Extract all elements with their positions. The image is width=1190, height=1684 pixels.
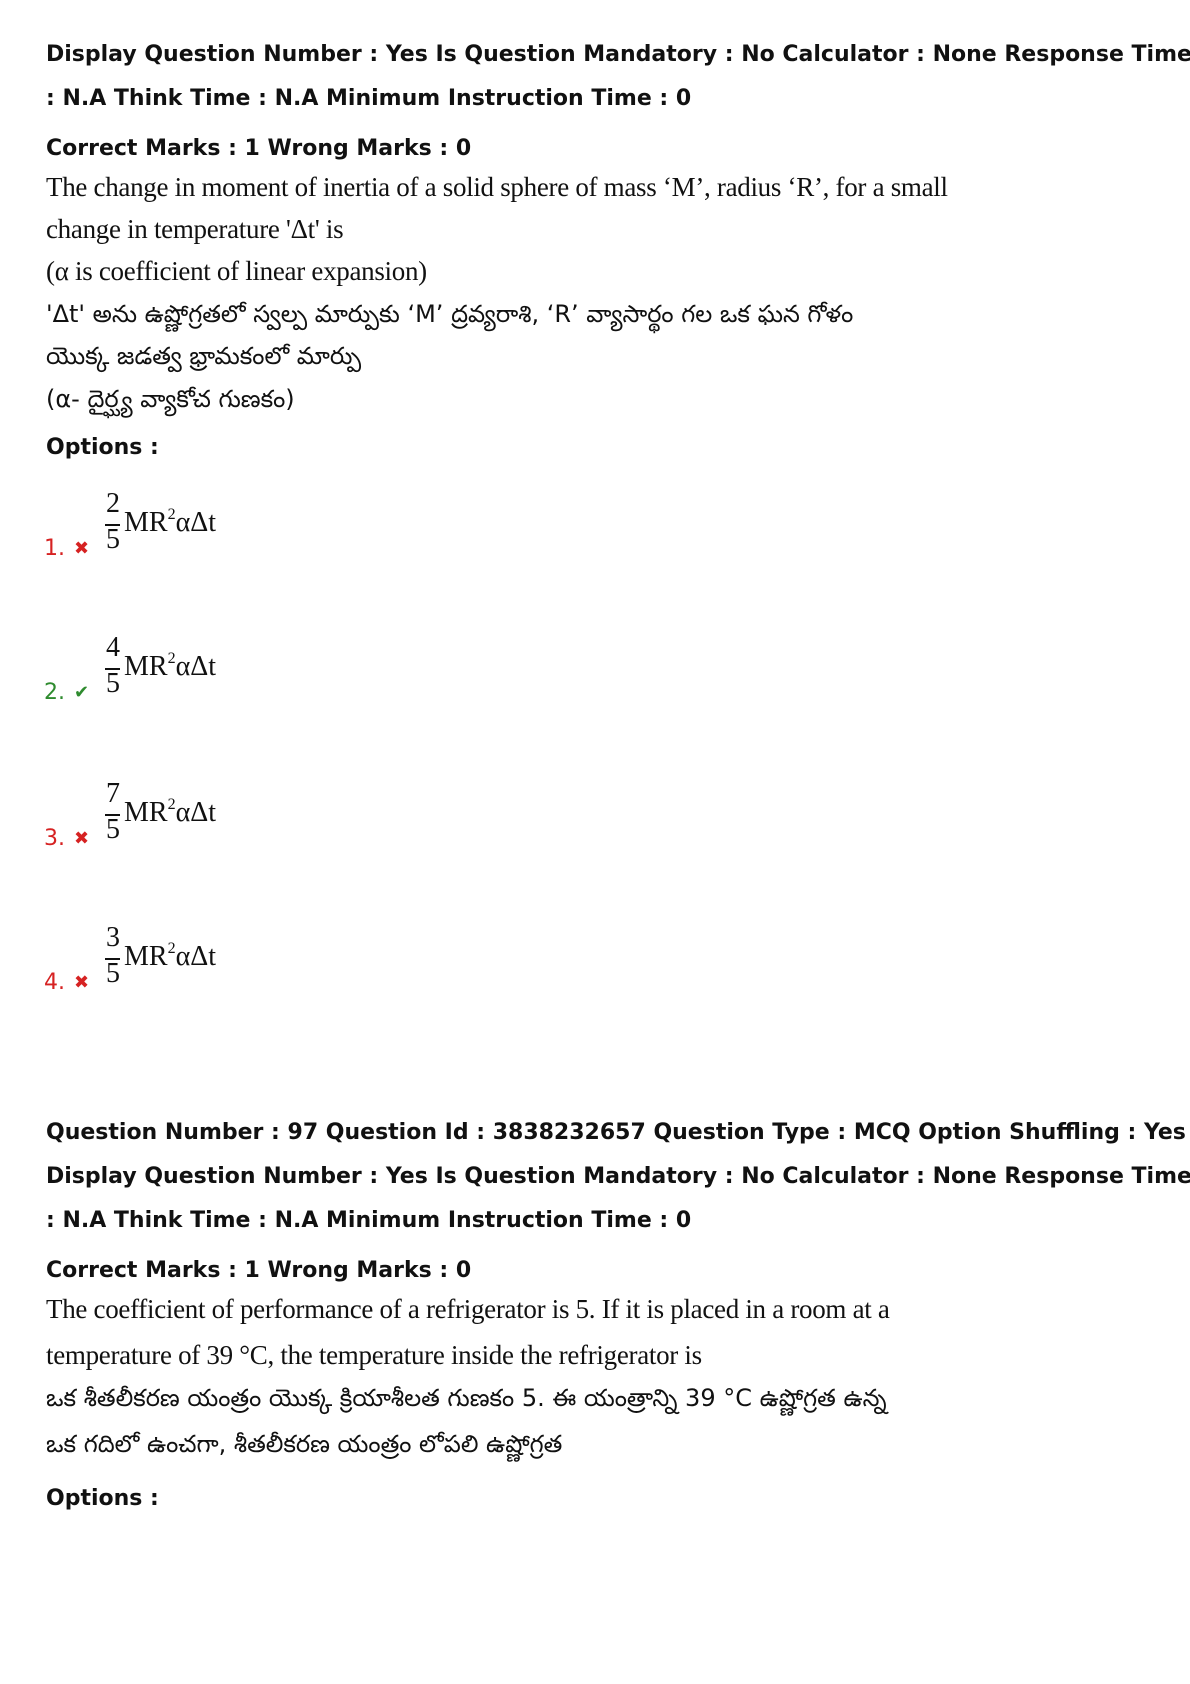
check-icon: ✔ [74,682,90,703]
q97-english-line-2: temperature of 39 °C, the temperature in… [46,1340,702,1370]
formula-exponent: 2 [167,940,176,957]
formula-base: MR [124,797,168,828]
option-number: 2. [44,680,65,705]
fraction-numerator: 4 [106,632,120,663]
q96-english-line-3: (α is coefficient of linear expansion) [46,256,427,286]
formula-exponent: 2 [167,506,176,523]
q97-meta-line-2: Display Question Number : Yes Is Questio… [46,1164,1190,1189]
cross-icon: ✖ [74,538,90,559]
q96-telugu-line-2: యొక్క జడత్వ భ్రామకంలో మార్పు [46,342,362,370]
fraction-numerator: 2 [106,488,120,519]
fraction-denominator: 5 [106,814,120,845]
formula-expression: MR2αΔt [124,650,216,683]
q97-marks: Correct Marks : 1 Wrong Marks : 0 [46,1258,472,1283]
formula-exponent: 2 [167,650,176,667]
q96-marks: Correct Marks : 1 Wrong Marks : 0 [46,136,472,161]
formula-tail: αΔt [175,797,217,828]
formula-tail: αΔt [175,507,217,538]
q97-meta-line-3: : N.A Think Time : N.A Minimum Instructi… [46,1208,692,1233]
q96-english-line-1: The change in moment of inertia of a sol… [46,172,948,202]
q96-telugu-line-1: 'Δt' అను ఉష్ణోగ్రతలో స్వల్ప మార్పుకు ‘M’… [46,300,854,328]
formula-expression: MR2αΔt [124,796,216,829]
q97-telugu-line-1: ఒక శీతలీకరణ యంత్రం యొక్క క్రియాశీలత గుణక… [46,1384,887,1412]
option-4: 4. ✖ 3 5 MR2αΔt [44,922,444,1032]
q97-telugu-line-2: ఒక గదిలో ఉంచగా, శీతలీకరణ యంత్రం లోపలి ఉష… [46,1430,563,1458]
formula-base: MR [124,651,168,682]
option-number: 1. [44,536,65,561]
formula-base: MR [124,941,168,972]
q97-options-label: Options : [46,1486,159,1511]
q96-options-label: Options : [46,435,159,460]
formula-expression: MR2αΔt [124,506,216,539]
cross-icon: ✖ [74,972,90,993]
cross-icon: ✖ [74,828,90,849]
option-number: 3. [44,826,65,851]
formula-base: MR [124,507,168,538]
option-number: 4. [44,970,65,995]
formula-exponent: 2 [167,796,176,813]
option-3: 3. ✖ 7 5 MR2αΔt [44,778,444,888]
q96-english-line-2: change in temperature 'Δt' is [46,214,344,244]
option-1: 1. ✖ 2 5 MR2αΔt [44,488,444,598]
fraction-denominator: 5 [106,668,120,699]
q97-english-line-1: The coefficient of performance of a refr… [46,1294,890,1324]
q97-meta-line-1: Question Number : 97 Question Id : 38382… [46,1120,1186,1145]
formula-tail: αΔt [175,941,217,972]
q96-meta-line-2: : N.A Think Time : N.A Minimum Instructi… [46,86,692,111]
option-2: 2. ✔ 4 5 MR2αΔt [44,632,444,742]
fraction-denominator: 5 [106,958,120,989]
fraction-denominator: 5 [106,524,120,555]
formula-expression: MR2αΔt [124,940,216,973]
fraction-numerator: 7 [106,778,120,809]
fraction-numerator: 3 [106,922,120,953]
q96-telugu-line-3: (α- దైర్ఘ్య వ్యాకోచ గుణకం) [46,385,295,413]
formula-tail: αΔt [175,651,217,682]
q96-meta-line-1: Display Question Number : Yes Is Questio… [46,42,1190,67]
